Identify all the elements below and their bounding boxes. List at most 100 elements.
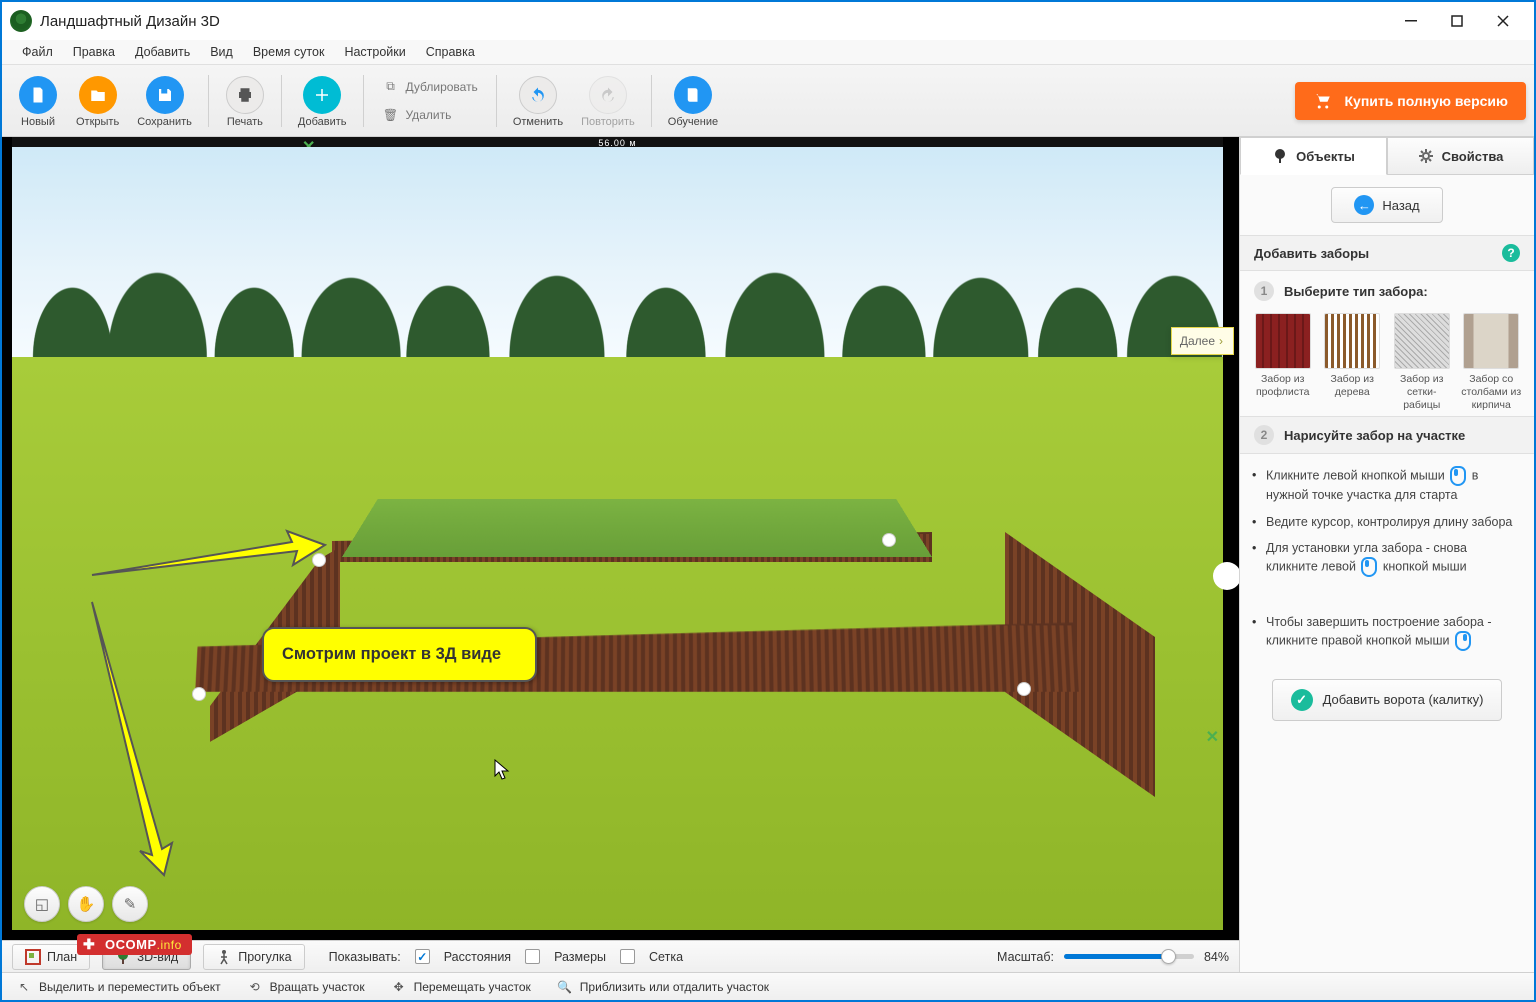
back-button[interactable]: ←Назад [1331, 187, 1442, 223]
plus-icon [303, 76, 341, 114]
help-icon[interactable]: ? [1502, 244, 1520, 262]
walk-icon [216, 949, 232, 965]
new-button[interactable]: Новый [10, 72, 66, 130]
open-button[interactable]: Открыть [68, 72, 127, 130]
title-bar: Ландшафтный Дизайн 3D [2, 2, 1534, 40]
file-icon [19, 76, 57, 114]
status-rotate[interactable]: ⟲Вращать участок [247, 979, 365, 995]
cart-icon [1313, 92, 1333, 110]
window-title: Ландшафтный Дизайн 3D [40, 13, 220, 30]
cursor-icon: ↖ [16, 979, 32, 995]
annotation-callout: Смотрим проект в 3Д виде [262, 627, 537, 682]
menu-add[interactable]: Добавить [125, 42, 200, 62]
status-zoom[interactable]: 🔍Приблизить или отдалить участок [557, 979, 769, 995]
plot-surface [342, 499, 932, 557]
rotate-icon: ⟲ [247, 979, 263, 995]
section-add-fences: Добавить заборы? [1240, 235, 1534, 271]
scale-value: 84% [1204, 950, 1229, 964]
print-icon [226, 76, 264, 114]
menu-bar: Файл Правка Добавить Вид Время суток Нас… [2, 40, 1534, 65]
app-logo-icon [10, 10, 32, 32]
duplicate-icon: ⧉ [382, 78, 400, 96]
folder-icon [79, 76, 117, 114]
save-button[interactable]: Сохранить [129, 72, 200, 130]
instructions-finish: Чтобы завершить построение забора - клик… [1240, 595, 1534, 669]
tutorial-button[interactable]: Обучение [660, 72, 726, 130]
status-move[interactable]: ✥Перемещать участок [391, 979, 531, 995]
tab-properties[interactable]: Свойства [1387, 137, 1534, 175]
menu-view[interactable]: Вид [200, 42, 243, 62]
separator [363, 75, 364, 127]
annotation-arrow-icon [87, 527, 327, 577]
viewport-handle[interactable] [1213, 562, 1239, 590]
pencil-tool[interactable]: ✎ [112, 886, 148, 922]
maximize-button[interactable] [1434, 5, 1480, 37]
cursor-icon [494, 759, 510, 781]
tree-icon [1272, 148, 1288, 164]
add-gate-button[interactable]: ✓Добавить ворота (калитку) [1272, 679, 1503, 721]
add-button[interactable]: Добавить [290, 72, 355, 130]
separator [281, 75, 282, 127]
fence-option-wood[interactable]: Забор из дерева [1322, 313, 1384, 412]
toolbar: Новый Открыть Сохранить Печать Добавить … [2, 65, 1534, 137]
menu-file[interactable]: Файл [12, 42, 63, 62]
separator [651, 75, 652, 127]
fence-thumb-icon [1394, 313, 1450, 369]
menu-help[interactable]: Справка [416, 42, 485, 62]
fence-thumb-icon [1255, 313, 1311, 369]
step-2: 2Нарисуйте забор на участке [1240, 416, 1534, 454]
tab-walk[interactable]: Прогулка [203, 944, 304, 970]
pan-tool[interactable]: ✋ [68, 886, 104, 922]
move-icon: ✥ [391, 979, 407, 995]
mouse-left-icon [1361, 557, 1377, 577]
show-label: Показывать: [329, 950, 401, 964]
status-select[interactable]: ↖Выделить и переместить объект [16, 979, 221, 995]
fence-option-profile[interactable]: Забор из профлиста [1252, 313, 1314, 412]
scale-slider[interactable] [1064, 954, 1194, 959]
undo-button[interactable]: Отменить [505, 72, 571, 130]
step-1: 1Выберите тип забора: [1240, 271, 1534, 305]
arrow-left-icon: ← [1354, 195, 1374, 215]
checkbox-grid[interactable] [620, 949, 635, 964]
status-bar: ↖Выделить и переместить объект ⟲Вращать … [2, 972, 1534, 1000]
fence-thumb-icon [1463, 313, 1519, 369]
menu-settings[interactable]: Настройки [334, 42, 415, 62]
menu-time[interactable]: Время суток [243, 42, 335, 62]
3d-viewport[interactable]: 56.00 м ✕ ✕ Далее› [2, 137, 1239, 940]
tab-objects[interactable]: Объекты [1240, 137, 1387, 175]
scale-label: Масштаб: [997, 950, 1054, 964]
gear-icon [1418, 148, 1434, 164]
save-icon [146, 76, 184, 114]
fence-handle[interactable] [1017, 682, 1031, 696]
redo-icon [589, 76, 627, 114]
sky-backdrop [12, 147, 1223, 357]
mouse-left-icon [1450, 466, 1466, 486]
checkbox-distances[interactable] [415, 949, 430, 964]
undo-icon [519, 76, 557, 114]
fence-handle[interactable] [882, 533, 896, 547]
redo-button[interactable]: Повторить [573, 72, 643, 130]
checkbox-sizes[interactable] [525, 949, 540, 964]
duplicate-button[interactable]: ⧉Дублировать [372, 74, 488, 100]
separator [208, 75, 209, 127]
book-icon [674, 76, 712, 114]
fence-option-mesh[interactable]: Забор из сетки-рабицы [1391, 313, 1453, 412]
3d-cube-tool[interactable]: ◱ [24, 886, 60, 922]
minimize-button[interactable] [1388, 5, 1434, 37]
mouse-right-icon [1455, 631, 1471, 651]
plan-icon [25, 949, 41, 965]
separator [496, 75, 497, 127]
print-button[interactable]: Печать [217, 72, 273, 130]
menu-edit[interactable]: Правка [63, 42, 125, 62]
delete-button[interactable]: 🗑Удалить [372, 102, 488, 128]
side-panel: Объекты Свойства ←Назад Добавить заборы?… [1239, 137, 1534, 972]
watermark: OCOMP.info [77, 934, 192, 955]
instructions: Кликните левой кнопкой мыши в нужной точ… [1240, 454, 1534, 594]
next-hint[interactable]: Далее› [1171, 327, 1234, 355]
x-mark-icon: ✕ [1206, 727, 1219, 747]
fence-option-brick[interactable]: Забор со столбами из кирпича [1461, 313, 1523, 412]
close-button[interactable] [1480, 5, 1526, 37]
fence-thumb-icon [1324, 313, 1380, 369]
buy-full-version-button[interactable]: Купить полную версию [1295, 82, 1527, 120]
trash-icon: 🗑 [382, 106, 400, 124]
